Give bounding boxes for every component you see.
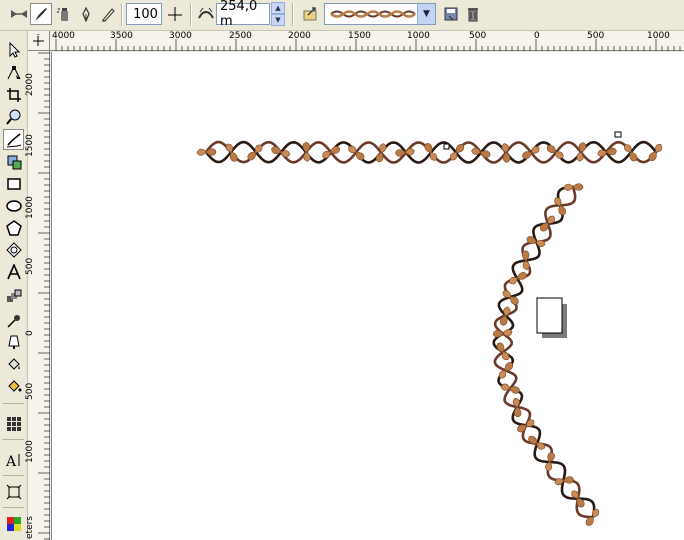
outline-tool-icon[interactable]: [3, 331, 24, 352]
sprayer-icon[interactable]: [53, 3, 75, 25]
ruler-label: 500: [25, 257, 35, 275]
pick-tool-icon[interactable]: [3, 39, 24, 60]
freehand-smoothing-field[interactable]: 100: [126, 3, 162, 25]
text-properties-icon[interactable]: A: [3, 449, 24, 470]
ruler-label: 2500: [229, 31, 252, 41]
drawing-canvas[interactable]: [51, 52, 684, 540]
ruler-label: 4000: [52, 31, 75, 41]
save-stroke-icon[interactable]: [440, 3, 462, 25]
property-bar: 100 254,0 m ▲ ▼ ▼: [0, 0, 684, 31]
toolbox: A: [0, 31, 28, 540]
grid-view-icon[interactable]: [3, 413, 24, 434]
browse-icon[interactable]: [299, 3, 321, 25]
pressure-icon[interactable]: [97, 3, 119, 25]
ruler-label: 1500: [25, 134, 35, 157]
shape-tool-icon[interactable]: [3, 62, 24, 83]
delete-icon[interactable]: [462, 3, 484, 25]
stroke-preview-icon: [330, 10, 416, 18]
fit-page-icon[interactable]: [3, 481, 24, 502]
freehand-tool-icon[interactable]: [3, 129, 24, 150]
smart-fill-icon[interactable]: [3, 151, 24, 172]
ruler-origin-icon: [33, 34, 45, 46]
preset-brush-icon[interactable]: [8, 3, 30, 25]
stroke-width-spinner[interactable]: ▲ ▼: [271, 2, 285, 26]
ruler-label: 2000: [288, 31, 311, 41]
ruler-label: 1000: [647, 31, 670, 41]
ruler-label: 0: [25, 330, 35, 336]
ruler-label: 1000: [25, 440, 35, 463]
smoothing-slider-icon[interactable]: [164, 3, 186, 25]
text-tool-icon[interactable]: [3, 261, 24, 282]
ruler-label: 1000: [407, 31, 430, 41]
ruler-label: 500: [469, 31, 487, 41]
ruler-label: 500: [587, 31, 605, 41]
spin-up-icon[interactable]: ▲: [271, 2, 285, 14]
eyedropper-icon[interactable]: [3, 310, 24, 331]
basic-shapes-icon[interactable]: [3, 239, 24, 260]
crop-tool-icon[interactable]: [3, 84, 24, 105]
spin-down-icon[interactable]: ▼: [271, 14, 285, 26]
artistic-brush-icon[interactable]: [30, 3, 52, 25]
ellipse-tool-icon[interactable]: [3, 195, 24, 216]
horizontal-ruler[interactable]: 4000 3500 3000 2500 2000 1500 1000 500 0…: [50, 31, 684, 51]
chevron-down-icon[interactable]: ▼: [417, 4, 435, 24]
zoom-tool-icon[interactable]: [3, 106, 24, 127]
vertical-ruler[interactable]: 2000 1500 1000 500 0 500 1000 eters: [25, 51, 50, 540]
interactive-blend-icon[interactable]: [3, 285, 24, 306]
ruler-label: 2000: [25, 73, 35, 96]
fill-tool-icon[interactable]: [3, 353, 24, 374]
calligraphic-icon[interactable]: [75, 3, 97, 25]
ruler-label: 3000: [169, 31, 192, 41]
interactive-fill-icon[interactable]: [3, 375, 24, 396]
stroke-width-icon: [195, 3, 217, 25]
rectangle-tool-icon[interactable]: [3, 173, 24, 194]
color-palette-icon[interactable]: [3, 513, 24, 534]
svg-text:A: A: [5, 454, 17, 468]
stroke-width-field[interactable]: 254,0 m: [216, 0, 270, 29]
ruler-unit-label: eters: [25, 516, 35, 539]
ruler-label: 1500: [348, 31, 371, 41]
polygon-tool-icon[interactable]: [3, 217, 24, 238]
ruler-label: 3500: [110, 31, 133, 41]
ruler-label: 1000: [25, 196, 35, 219]
ruler-label: 500: [25, 382, 35, 400]
ruler-origin[interactable]: [28, 31, 50, 51]
ruler-label: 0: [534, 31, 540, 41]
artwork-layer[interactable]: [51, 52, 684, 540]
stroke-list-dropdown[interactable]: ▼: [324, 3, 436, 25]
